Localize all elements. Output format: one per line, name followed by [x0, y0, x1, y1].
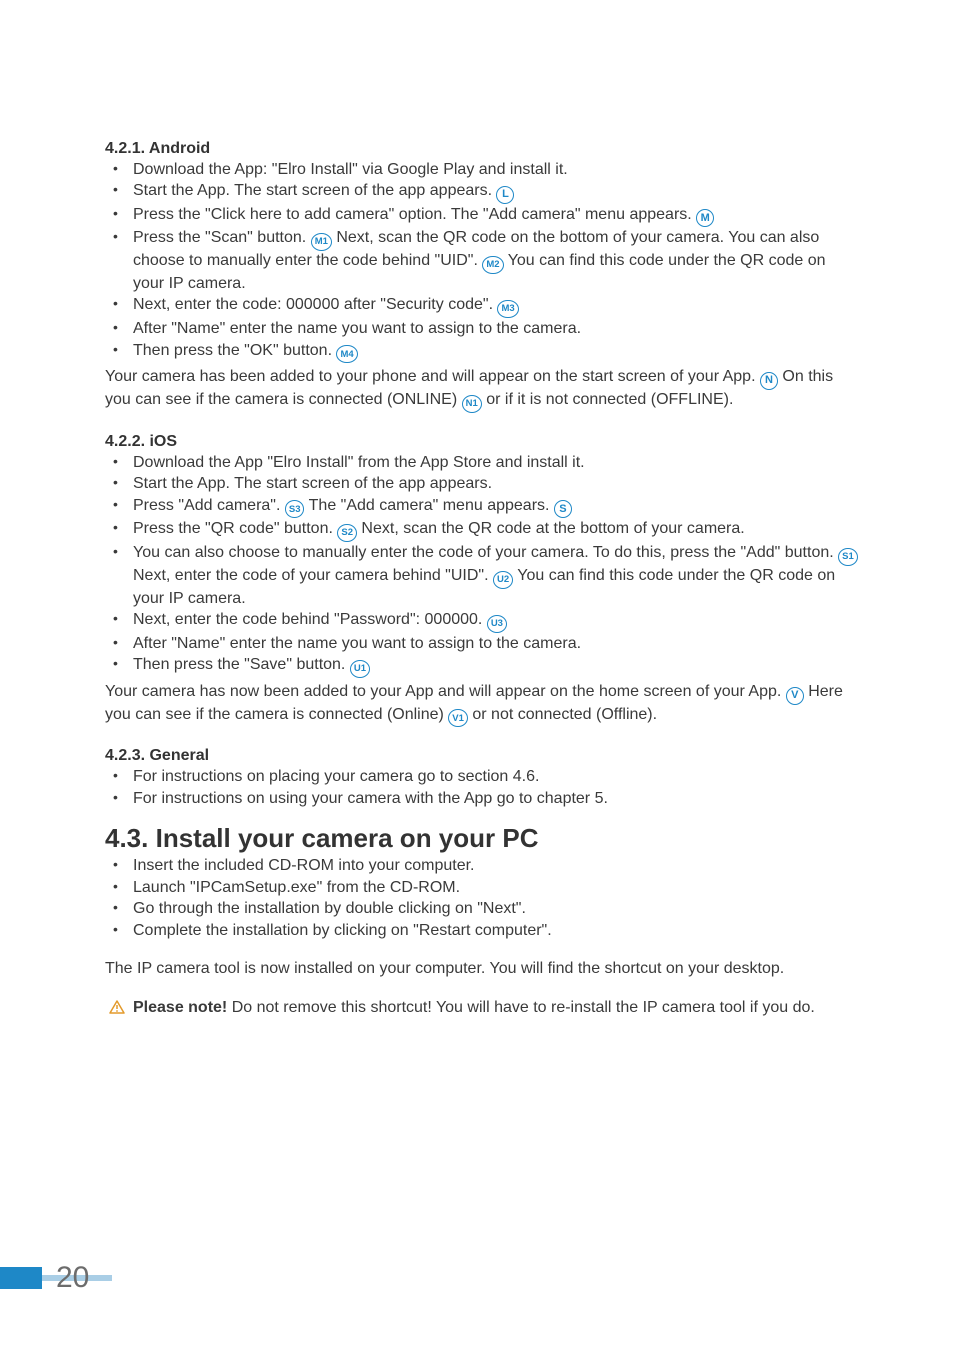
heading-423: 4.2.3. General: [105, 747, 859, 765]
list-item: Start the App. The start screen of the a…: [105, 474, 859, 494]
heading-43: 4.3. Install your camera on your PC: [105, 823, 859, 854]
ref-circle-m: M: [696, 209, 714, 227]
footer-accent-bar: [0, 1267, 42, 1289]
ref-circle-l: L: [496, 186, 514, 204]
list-item: For instructions on using your camera wi…: [105, 789, 859, 809]
para-43-after: The IP camera tool is now installed on y…: [105, 959, 859, 979]
ref-circle-u2: U2: [493, 571, 513, 589]
para-421-after: Your camera has been added to your phone…: [105, 367, 859, 412]
list-item: After "Name" enter the name you want to …: [105, 634, 859, 654]
ref-circle-s2: S2: [337, 524, 357, 542]
list-item: Press the "QR code" button. S2 Next, sca…: [105, 519, 859, 542]
warning-rest: Do not remove this shortcut! You will ha…: [227, 999, 815, 1016]
list-item: Go through the installation by double cl…: [105, 899, 859, 919]
warning-bold: Please note!: [133, 999, 227, 1016]
ref-circle-s1: S1: [838, 548, 858, 566]
list-43: Insert the included CD-ROM into your com…: [105, 856, 859, 941]
list-item: Download the App "Elro Install" from the…: [105, 453, 859, 473]
list-423: For instructions on placing your camera …: [105, 767, 859, 809]
list-item: Download the App: "Elro Install" via Goo…: [105, 160, 859, 180]
warning-text: Please note! Do not remove this shortcut…: [133, 999, 815, 1016]
list-item: Launch "IPCamSetup.exe" from the CD-ROM.: [105, 878, 859, 898]
list-item: Start the App. The start screen of the a…: [105, 181, 859, 204]
warning-note: Please note! Do not remove this shortcut…: [105, 998, 859, 1019]
page-footer: 20: [0, 1267, 112, 1289]
list-item: Press the "Click here to add camera" opt…: [105, 205, 859, 228]
page-number: 20: [56, 1261, 89, 1295]
ref-circle-m4: M4: [336, 345, 357, 363]
list-422: Download the App "Elro Install" from the…: [105, 453, 859, 678]
heading-422: 4.2.2. iOS: [105, 433, 859, 451]
list-item: Press the "Scan" button. M1 Next, scan t…: [105, 228, 859, 294]
list-item: Press "Add camera". S3 The "Add camera" …: [105, 496, 859, 519]
ref-circle-s: S: [554, 500, 572, 518]
warning-icon: [109, 1000, 125, 1021]
ref-circle-v1: V1: [448, 709, 468, 727]
ref-circle-u1: U1: [350, 660, 370, 678]
list-421: Download the App: "Elro Install" via Goo…: [105, 160, 859, 363]
ref-circle-s3: S3: [285, 500, 305, 518]
ref-circle-m2: M2: [482, 256, 503, 274]
ref-circle-v: V: [786, 687, 804, 705]
heading-421: 4.2.1. Android: [105, 140, 859, 158]
list-item: After "Name" enter the name you want to …: [105, 319, 859, 339]
ref-circle-m1: M1: [311, 233, 332, 251]
ref-circle-m3: M3: [497, 300, 518, 318]
ref-circle-n1: N1: [462, 395, 482, 413]
list-item: Next, enter the code: 000000 after "Secu…: [105, 295, 859, 318]
list-item: Then press the "Save" button. U1: [105, 655, 859, 678]
list-item: Insert the included CD-ROM into your com…: [105, 856, 859, 876]
list-item: You can also choose to manually enter th…: [105, 543, 859, 609]
list-item: Next, enter the code behind "Password": …: [105, 610, 859, 633]
list-item: Complete the installation by clicking on…: [105, 921, 859, 941]
list-item: Then press the "OK" button. M4: [105, 341, 859, 364]
ref-circle-n: N: [760, 372, 778, 390]
list-item: For instructions on placing your camera …: [105, 767, 859, 787]
para-422-after: Your camera has now been added to your A…: [105, 682, 859, 727]
page-content: 4.2.1. Android Download the App: "Elro I…: [0, 0, 954, 1018]
ref-circle-u3: U3: [487, 615, 507, 633]
